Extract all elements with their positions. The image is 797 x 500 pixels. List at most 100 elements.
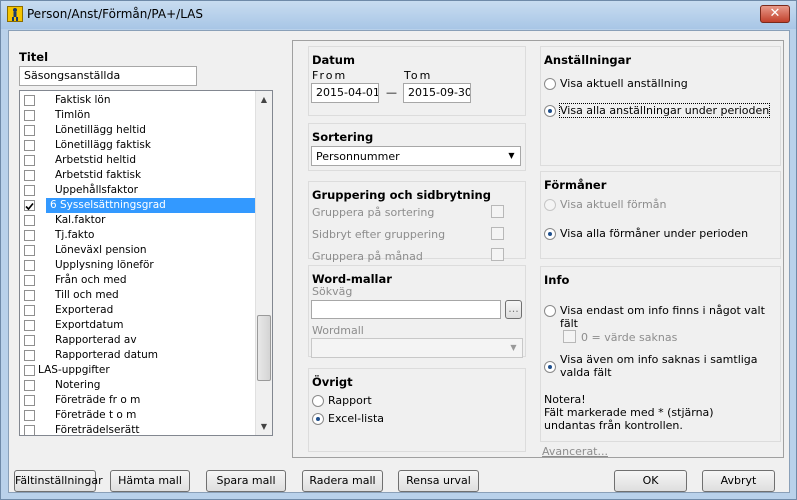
field-checkbox[interactable] xyxy=(24,185,35,196)
field-checkbox[interactable] xyxy=(24,200,35,211)
title-bar[interactable]: Person/Anst/Förmån/PA+/LAS ✕ xyxy=(1,1,796,29)
delete-template-button[interactable]: Radera mall xyxy=(302,470,383,492)
field-list-item[interactable]: Företräde t o m xyxy=(20,408,256,423)
close-button[interactable]: ✕ xyxy=(760,5,790,23)
field-list-item[interactable]: Exportdatum xyxy=(20,318,256,333)
field-list-item[interactable]: Arbetstid faktisk xyxy=(20,168,256,183)
sortering-group: Sortering Personnummer ▼ xyxy=(308,123,526,171)
field-list-item[interactable]: 6 Sysselsättningsgrad xyxy=(20,198,256,213)
field-list-label: Arbetstid faktisk xyxy=(55,169,142,181)
anst-alla-radio[interactable] xyxy=(544,105,556,117)
advanced-link[interactable]: Avancerat... xyxy=(542,445,608,458)
field-checkbox[interactable] xyxy=(24,95,35,106)
field-checkbox[interactable] xyxy=(24,275,35,286)
field-list-item[interactable]: LAS-uppgifter xyxy=(20,363,256,378)
wordmall-select[interactable]: ▼ xyxy=(311,338,523,358)
ok-button[interactable]: OK xyxy=(614,470,687,492)
field-list-item[interactable]: Företrädelserätt xyxy=(20,423,256,435)
load-template-button[interactable]: Hämta mall xyxy=(110,470,190,492)
field-list-item[interactable]: Rapporterad av xyxy=(20,333,256,348)
info-aven-label-2[interactable]: valda fält xyxy=(560,366,612,379)
scroll-up-icon[interactable]: ▲ xyxy=(256,91,272,108)
info-endast-radio[interactable] xyxy=(544,305,556,317)
info-endast-label[interactable]: Visa endast om info finns i något valt f… xyxy=(560,304,780,330)
field-list-item[interactable]: Exporterad xyxy=(20,303,256,318)
sortering-select[interactable]: Personnummer ▼ xyxy=(311,146,521,166)
anst-alla-label[interactable]: Visa alla anställningar under perioden xyxy=(558,103,771,118)
forman-alla-label[interactable]: Visa alla förmåner under perioden xyxy=(560,227,748,240)
gruppering-manad-checkbox[interactable] xyxy=(491,248,504,261)
field-checkbox[interactable] xyxy=(24,215,35,226)
field-list-item[interactable]: Till och med xyxy=(20,288,256,303)
field-list-label: Företräde t o m xyxy=(55,409,137,421)
save-template-button[interactable]: Spara mall xyxy=(206,470,286,492)
scroll-thumb[interactable] xyxy=(257,315,271,381)
anst-aktuell-radio[interactable] xyxy=(544,78,556,90)
anst-aktuell-label[interactable]: Visa aktuell anställning xyxy=(560,77,688,90)
field-list-item[interactable]: Företräde fr o m xyxy=(20,393,256,408)
to-date-input[interactable]: 2015-09-30 xyxy=(403,83,471,103)
ovrigt-excel-label[interactable]: Excel-lista xyxy=(328,412,384,425)
field-list-item[interactable]: Rapporterad datum xyxy=(20,348,256,363)
field-list-item[interactable]: Upplysning löneför xyxy=(20,258,256,273)
field-settings-button[interactable]: Fältinställningar xyxy=(14,470,103,492)
field-list-label: Lönetillägg heltid xyxy=(55,124,146,136)
field-checkbox[interactable] xyxy=(24,140,35,151)
ovrigt-excel-radio[interactable] xyxy=(312,413,324,425)
field-list-item[interactable]: Timlön xyxy=(20,108,256,123)
chevron-down-icon[interactable]: ▼ xyxy=(503,147,520,165)
field-list-item[interactable]: Notering xyxy=(20,378,256,393)
info-aven-radio[interactable] xyxy=(544,361,556,373)
field-checkbox[interactable] xyxy=(24,365,35,376)
field-checkbox[interactable] xyxy=(24,260,35,271)
gruppering-sortering-checkbox[interactable] xyxy=(491,205,504,218)
field-checkbox[interactable] xyxy=(24,320,35,331)
field-list-item[interactable]: Lönetillägg faktisk xyxy=(20,138,256,153)
field-list-item[interactable]: Faktisk lön xyxy=(20,93,256,108)
sokvag-input[interactable] xyxy=(311,300,501,319)
cancel-button[interactable]: Avbryt xyxy=(702,470,775,492)
forman-aktuell-radio[interactable] xyxy=(544,199,556,211)
field-checkbox[interactable] xyxy=(24,110,35,121)
field-checkbox[interactable] xyxy=(24,395,35,406)
from-date-input[interactable]: 2015-04-01 xyxy=(311,83,379,103)
info-title: Info xyxy=(544,273,570,287)
forman-aktuell-label[interactable]: Visa aktuell förmån xyxy=(560,198,666,211)
field-checkbox[interactable] xyxy=(24,155,35,166)
browse-button[interactable]: ... xyxy=(505,300,522,319)
field-list-label: Löneväxl pension xyxy=(55,244,147,256)
field-checkbox[interactable] xyxy=(24,305,35,316)
info-zero-checkbox[interactable] xyxy=(563,330,576,343)
field-checkbox[interactable] xyxy=(24,125,35,136)
scroll-down-icon[interactable]: ▼ xyxy=(256,418,272,435)
field-list-label: Tj.fakto xyxy=(55,229,95,241)
clear-selection-button[interactable]: Rensa urval xyxy=(398,470,479,492)
forman-alla-radio[interactable] xyxy=(544,228,556,240)
to-label: Tom xyxy=(404,69,433,82)
field-list-item[interactable]: Lönetillägg heltid xyxy=(20,123,256,138)
ovrigt-rapport-radio[interactable] xyxy=(312,395,324,407)
field-checkbox[interactable] xyxy=(24,410,35,421)
field-list[interactable]: Faktisk lön Timlön Lönetillägg heltid Lönet… xyxy=(19,90,273,436)
field-checkbox[interactable] xyxy=(24,380,35,391)
field-list-item[interactable]: Tj.fakto xyxy=(20,228,256,243)
field-checkbox[interactable] xyxy=(24,245,35,256)
info-aven-label-1[interactable]: Visa även om info saknas i samtliga xyxy=(560,353,758,366)
titel-input[interactable]: Säsongsanställda xyxy=(19,66,197,86)
field-checkbox[interactable] xyxy=(24,290,35,301)
field-checkbox[interactable] xyxy=(24,425,35,435)
field-list-label: Rapporterad datum xyxy=(55,349,159,361)
field-list-item[interactable]: Arbetstid heltid xyxy=(20,153,256,168)
ovrigt-rapport-label[interactable]: Rapport xyxy=(328,394,372,407)
field-list-item[interactable]: Kal.faktor xyxy=(20,213,256,228)
field-checkbox[interactable] xyxy=(24,230,35,241)
field-list-scrollbar[interactable]: ▲ ▼ xyxy=(255,91,272,435)
gruppering-sidbryt-checkbox[interactable] xyxy=(491,227,504,240)
field-list-item[interactable]: Löneväxl pension xyxy=(20,243,256,258)
field-list-item[interactable]: Från och med xyxy=(20,273,256,288)
field-checkbox[interactable] xyxy=(24,335,35,346)
field-list-item[interactable]: Uppehållsfaktor xyxy=(20,183,256,198)
chevron-down-icon[interactable]: ▼ xyxy=(505,339,522,357)
field-checkbox[interactable] xyxy=(24,170,35,181)
field-checkbox[interactable] xyxy=(24,350,35,361)
